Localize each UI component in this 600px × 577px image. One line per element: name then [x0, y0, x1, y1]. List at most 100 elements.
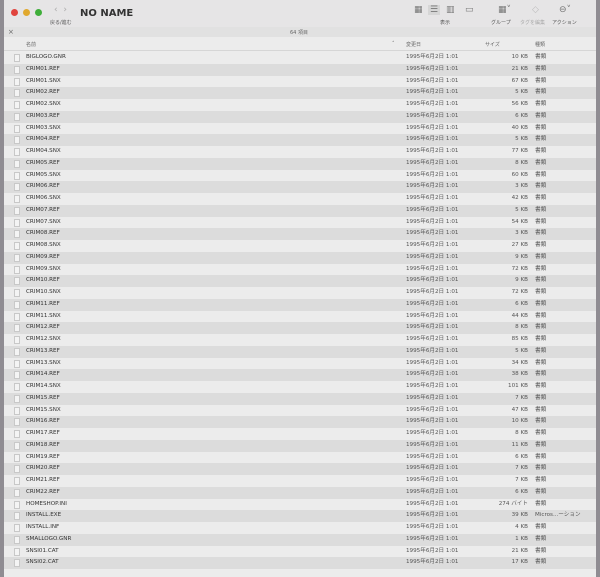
file-name: CRIM08.SNX	[26, 242, 61, 248]
file-size: 85 KB	[511, 336, 528, 342]
file-kind: 書類	[535, 371, 547, 378]
file-row[interactable]: CRIM17.REF 1995年6月2日 1:01 8 KB 書類	[4, 428, 596, 440]
action-icon[interactable]: ⊖˅	[559, 5, 571, 15]
file-row[interactable]: CRIM04.REF 1995年6月2日 1:01 5 KB 書類	[4, 134, 596, 146]
file-row[interactable]: CRIM14.REF 1995年6月2日 1:01 38 KB 書類	[4, 369, 596, 381]
file-row[interactable]: INSTALL.EXE 1995年6月2日 1:01 39 KB Micros...ー…	[4, 510, 596, 522]
file-row[interactable]: CRIM05.SNX 1995年6月2日 1:01 60 KB 書類	[4, 170, 596, 182]
file-row[interactable]: CRIM07.SNX 1995年6月2日 1:01 54 KB 書類	[4, 217, 596, 229]
file-kind: 書類	[535, 89, 547, 96]
document-icon	[14, 242, 20, 250]
file-row[interactable]: CRIM14.SNX 1995年6月2日 1:01 101 KB 書類	[4, 381, 596, 393]
file-row[interactable]: CRIM01.REF 1995年6月2日 1:01 21 KB 書類	[4, 63, 596, 76]
file-size: 3 KB	[515, 230, 528, 237]
action-label[interactable]: アクション	[552, 19, 577, 26]
file-row[interactable]: CRIM10.SNX 1995年6月2日 1:01 72 KB 書類	[4, 287, 596, 299]
file-kind: 書類	[535, 524, 547, 530]
zoom-button[interactable]	[35, 9, 42, 16]
file-row[interactable]: CRIM05.REF 1995年6月2日 1:01 8 KB 書類	[4, 157, 596, 170]
file-name: CRIM14.SNX	[26, 383, 61, 389]
file-row[interactable]: CRIM02.SNX 1995年6月2日 1:01 56 KB 書類	[4, 99, 596, 111]
close-search-icon[interactable]: ×	[8, 28, 14, 36]
file-name: CRIM05.REF	[26, 159, 60, 166]
file-date: 1995年6月2日 1:01	[406, 547, 459, 554]
file-row[interactable]: CRIM22.REF 1995年6月2日 1:01 6 KB 書類	[4, 486, 596, 499]
file-row[interactable]: CRIM18.REF 1995年6月2日 1:01 11 KB 書類	[4, 439, 596, 452]
file-row[interactable]: CRIM13.REF 1995年6月2日 1:01 5 KB 書類	[4, 345, 596, 358]
file-name: CRIM13.REF	[26, 347, 60, 354]
file-name: CRIM04.SNX	[26, 148, 61, 154]
document-icon	[14, 159, 20, 168]
gallery-view-icon[interactable]: ▭	[465, 5, 474, 15]
file-row[interactable]: INSTALL.INF 1995年6月2日 1:01 4 KB 書類	[4, 522, 596, 534]
document-icon	[14, 383, 20, 391]
file-row[interactable]: SMALLOGO.GNR 1995年6月2日 1:01 1 KB 書類	[4, 533, 596, 546]
file-row[interactable]: SNSI01.CAT 1995年6月2日 1:01 21 KB 書類	[4, 546, 596, 558]
chevron-right-icon[interactable]: ›	[63, 5, 67, 15]
column-header: 名前 ˄ 変更日 サイズ 種類	[4, 37, 596, 51]
file-row[interactable]: CRIM02.REF 1995年6月2日 1:01 5 KB 書類	[4, 87, 596, 99]
file-row[interactable]: BIGLOGO.GNR 1995年6月2日 1:01 10 KB 書類	[4, 52, 596, 64]
file-row[interactable]: CRIM04.SNX 1995年6月2日 1:01 77 KB 書類	[4, 146, 596, 158]
list-view-icon[interactable]: ☰	[428, 5, 441, 15]
sort-chevron-icon[interactable]: ˄	[392, 41, 395, 47]
document-icon	[14, 65, 20, 74]
file-name: CRIM22.REF	[26, 488, 60, 495]
column-size[interactable]: サイズ	[485, 41, 500, 48]
tag-icon[interactable]: ◇	[532, 5, 539, 15]
file-date: 1995年6月2日 1:01	[406, 312, 459, 319]
group-label[interactable]: グループ	[491, 19, 511, 26]
file-row[interactable]: CRIM09.REF 1995年6月2日 1:01 9 KB 書類	[4, 251, 596, 264]
edit-tags-label[interactable]: タグを編集	[520, 19, 545, 26]
document-icon	[14, 324, 20, 333]
file-row[interactable]: CRIM11.SNX 1995年6月2日 1:01 44 KB 書類	[4, 311, 596, 323]
file-name: CRIM13.SNX	[26, 359, 61, 366]
file-row[interactable]: CRIM03.SNX 1995年6月2日 1:01 40 KB 書類	[4, 123, 596, 135]
file-date: 1995年6月2日 1:01	[406, 488, 459, 495]
column-view-icon[interactable]: ▥	[446, 5, 455, 15]
file-size: 9 KB	[515, 253, 528, 260]
file-date: 1995年6月2日 1:01	[406, 101, 459, 107]
file-row[interactable]: CRIM13.SNX 1995年6月2日 1:01 34 KB 書類	[4, 358, 596, 370]
view-label: 表示	[440, 20, 451, 26]
column-name[interactable]: 名前	[26, 41, 36, 48]
file-date: 1995年6月2日 1:01	[406, 441, 459, 448]
file-row[interactable]: CRIM15.SNX 1995年6月2日 1:01 47 KB 書類	[4, 405, 596, 417]
file-row[interactable]: CRIM03.REF 1995年6月2日 1:01 6 KB 書類	[4, 110, 596, 123]
file-row[interactable]: CRIM07.REF 1995年6月2日 1:01 5 KB 書類	[4, 204, 596, 217]
file-row[interactable]: CRIM09.SNX 1995年6月2日 1:01 72 KB 書類	[4, 264, 596, 276]
chevron-left-icon[interactable]: ‹	[54, 5, 58, 15]
file-row[interactable]: CRIM11.REF 1995年6月2日 1:01 6 KB 書類	[4, 298, 596, 311]
column-kind[interactable]: 種類	[535, 41, 545, 48]
file-kind: Micros...ーション	[535, 512, 581, 519]
file-row[interactable]: CRIM20.REF 1995年6月2日 1:01 7 KB 書類	[4, 463, 596, 475]
file-row[interactable]: HOMESHOP.INI 1995年6月2日 1:01 274 バイト 書類	[4, 499, 596, 511]
file-name: CRIM06.REF	[26, 183, 60, 190]
document-icon	[14, 465, 20, 474]
group-icon[interactable]: ▦˅	[498, 5, 511, 15]
file-row[interactable]: SNSI02.CAT 1995年6月2日 1:01 17 KB 書類	[4, 557, 596, 569]
close-button[interactable]	[11, 9, 18, 16]
file-kind: 書類	[535, 77, 547, 84]
column-date[interactable]: 変更日	[406, 41, 421, 48]
file-name: CRIM06.SNX	[26, 195, 61, 201]
file-row[interactable]: CRIM10.REF 1995年6月2日 1:01 9 KB 書類	[4, 275, 596, 287]
file-row[interactable]: CRIM15.REF 1995年6月2日 1:01 7 KB 書類	[4, 392, 596, 405]
file-row[interactable]: CRIM21.REF 1995年6月2日 1:01 7 KB 書類	[4, 475, 596, 487]
file-row[interactable]: CRIM12.SNX 1995年6月2日 1:01 85 KB 書類	[4, 334, 596, 346]
icon-view-icon[interactable]: ▦	[414, 5, 423, 15]
file-row[interactable]: CRIM08.REF 1995年6月2日 1:01 3 KB 書類	[4, 228, 596, 240]
file-kind: 書類	[535, 465, 547, 472]
file-row[interactable]: CRIM16.REF 1995年6月2日 1:01 10 KB 書類	[4, 416, 596, 428]
file-row[interactable]: CRIM12.REF 1995年6月2日 1:01 8 KB 書類	[4, 322, 596, 334]
file-row[interactable]: CRIM06.REF 1995年6月2日 1:01 3 KB 書類	[4, 181, 596, 193]
back-forward-buttons[interactable]: ‹ ›	[54, 5, 67, 15]
minimize-button[interactable]	[23, 9, 30, 16]
file-size: 101 KB	[508, 383, 528, 389]
file-row[interactable]: CRIM01.SNX 1995年6月2日 1:01 67 KB 書類	[4, 76, 596, 88]
file-date: 1995年6月2日 1:01	[406, 359, 459, 366]
file-date: 1995年6月2日 1:01	[406, 136, 459, 143]
file-row[interactable]: CRIM08.SNX 1995年6月2日 1:01 27 KB 書類	[4, 240, 596, 252]
file-row[interactable]: CRIM06.SNX 1995年6月2日 1:01 42 KB 書類	[4, 193, 596, 205]
file-row[interactable]: CRIM19.REF 1995年6月2日 1:01 6 KB 書類	[4, 452, 596, 464]
